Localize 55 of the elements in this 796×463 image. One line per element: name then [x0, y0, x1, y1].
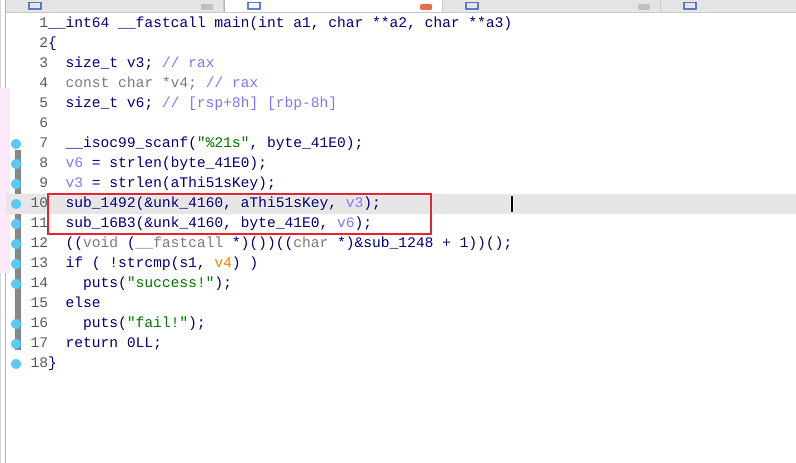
breakpoint-dot[interactable]: [11, 179, 21, 189]
code-line: return 0LL;: [64, 336, 162, 352]
code-line: puts("fail!");: [82, 316, 206, 332]
line-number: 17: [29, 336, 48, 352]
breakpoint-dot[interactable]: [11, 359, 21, 369]
line-number: 11: [29, 216, 48, 232]
window-icon: [28, 2, 42, 10]
tab[interactable]: [224, 0, 443, 12]
breakpoint-dot[interactable]: [11, 279, 21, 289]
breakpoint-dot[interactable]: [11, 339, 21, 349]
code-line: __isoc99_scanf("%21s", byte_41E0);: [64, 136, 364, 152]
line-number: 15: [29, 296, 48, 312]
breakpoint-dot[interactable]: [11, 139, 21, 149]
code-line: sub_16B3(&unk_4160, byte_41E0, v6);: [64, 216, 372, 232]
line-number: 16: [29, 316, 48, 332]
line-number: 12: [29, 236, 48, 252]
line-number: 4: [38, 76, 48, 92]
breakpoint-dot[interactable]: [11, 319, 21, 329]
code-line: puts("success!");: [82, 276, 232, 292]
code-line: const char *v4; // rax: [64, 76, 258, 92]
code-line: if ( !strcmp(s1, v4) ): [64, 256, 258, 272]
line-number: 3: [38, 56, 48, 72]
code-line: else: [64, 296, 101, 312]
line-number: 1: [38, 16, 48, 32]
line-number: 7: [38, 136, 48, 152]
code-line: sub_1492(&unk_4160, aThi51sKey, v3);: [64, 196, 381, 212]
line-number: 13: [29, 256, 48, 272]
line-number: 9: [38, 176, 48, 192]
code-line: }: [48, 356, 57, 372]
code-line: size_t v6; // [rsp+8h] [rbp-8h]: [64, 96, 338, 112]
code-line: size_t v3; // rax: [64, 56, 214, 72]
line-number: 10: [29, 196, 48, 212]
breakpoint-dot[interactable]: [11, 259, 21, 269]
code-line: {: [48, 36, 57, 52]
line-number: 2: [38, 36, 48, 52]
window-icon: [465, 2, 479, 10]
window-icon: [247, 2, 261, 10]
text-cursor: [511, 196, 513, 212]
code-line: v6 = strlen(byte_41E0);: [64, 156, 267, 172]
line-number: 18: [29, 356, 48, 372]
breakpoint-dot[interactable]: [11, 159, 21, 169]
line-number: 6: [38, 116, 48, 132]
tab[interactable]: [443, 0, 661, 12]
breakpoint-dot[interactable]: [11, 199, 21, 209]
window-icon: [683, 2, 697, 10]
code-line: __int64 __fastcall main(int a1, char **a2, char **a3): [48, 16, 512, 32]
tab[interactable]: [6, 0, 224, 12]
breakpoint-dot[interactable]: [11, 239, 21, 249]
line-number: 5: [38, 96, 48, 112]
line-number: 8: [38, 156, 48, 172]
close-icon[interactable]: [420, 4, 432, 10]
code-line: ((void (__fastcall *)())((char *)&sub_1248 + 1))();: [64, 236, 512, 252]
code-line: v3 = strlen(aThi51sKey);: [64, 176, 276, 192]
line-number: 14: [29, 276, 48, 292]
breakpoint-dot[interactable]: [11, 219, 21, 229]
